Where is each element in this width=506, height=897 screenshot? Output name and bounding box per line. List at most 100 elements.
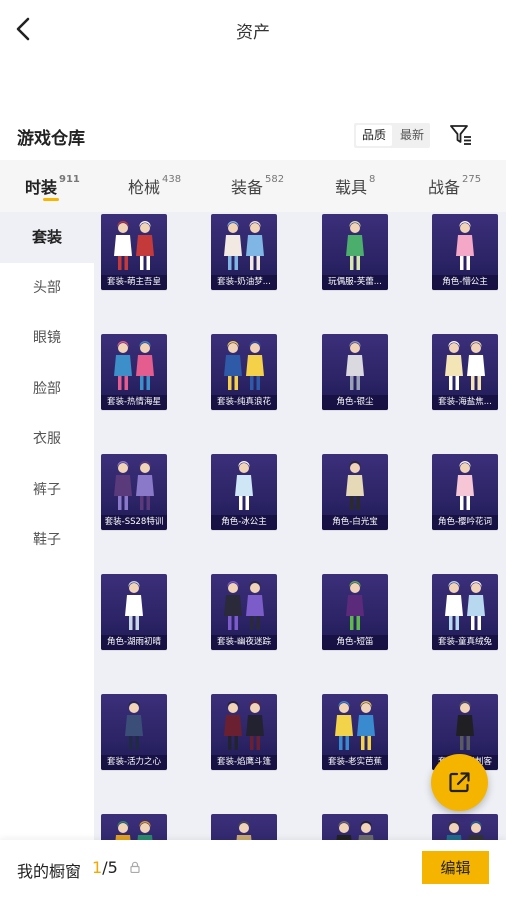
outfit-thumbnail — [456, 221, 474, 270]
outfit-item-card[interactable]: 玩偶服-芙蕾... — [322, 214, 388, 290]
sort-toggle: 品质 最新 — [354, 123, 430, 148]
outfit-item-card[interactable]: 角色-冰公主 — [211, 454, 277, 530]
outfit-thumbnail — [236, 821, 252, 842]
section-header: 游戏仓库 品质 最新 — [0, 118, 506, 154]
outfit-item-label: 套装-纯真浪花 — [211, 395, 277, 410]
outfit-item-label: 套装-幽夜迷踪 — [211, 635, 277, 650]
filter-button[interactable] — [449, 123, 473, 147]
tab-equipment[interactable]: 装备 582 — [231, 174, 284, 198]
outfit-item-label: 套装-奶油梦... — [211, 275, 277, 290]
share-icon — [449, 772, 470, 793]
item-grid: 套装-萌主吾皇 套装-奶油梦... 玩偶服-芙蕾... 角色-懵公主 套装-热情海星 套装… — [94, 212, 506, 842]
outfit-item-card[interactable] — [101, 814, 167, 842]
outfit-thumbnail — [346, 221, 364, 270]
tab-label: 载具 — [335, 178, 368, 197]
outfit-item-card[interactable]: 套装-老实芭蕉 — [322, 694, 388, 770]
showcase-total: /5 — [102, 858, 118, 877]
outfit-thumbnail — [224, 221, 264, 270]
outfit-thumbnail — [346, 461, 364, 510]
outfit-item-label: 角色-冰公主 — [211, 515, 277, 530]
tab-weapons[interactable]: 枪械 438 — [128, 174, 181, 198]
tab-count: 911 — [59, 174, 80, 185]
outfit-item-card[interactable]: 角色-樱吟花词 — [432, 454, 498, 530]
sidebar-item-outfit[interactable]: 套装 — [0, 212, 94, 263]
outfit-thumbnail — [125, 701, 143, 750]
sidebar-item-glasses[interactable]: 眼镜 — [0, 313, 94, 364]
tab-count: 438 — [162, 174, 182, 185]
sidebar-item-pants[interactable]: 裤子 — [0, 465, 94, 516]
outfit-thumbnail — [446, 821, 484, 842]
tab-fashion[interactable]: 时装 911 — [25, 174, 80, 198]
outfit-item-label: 套装-SS28特训 — [101, 515, 167, 530]
outfit-item-card[interactable]: 角色-银尘 — [322, 334, 388, 410]
showcase-count: 1/5 — [92, 858, 118, 877]
outfit-item-card[interactable]: 套装-活力之心 — [101, 694, 167, 770]
outfit-item-label: 角色-白光宝 — [322, 515, 388, 530]
outfit-item-label: 套装-热情海星 — [101, 395, 167, 410]
outfit-thumbnail — [445, 581, 485, 630]
outfit-item-label: 套装-海盐焦... — [432, 395, 498, 410]
outfit-item-label: 套装-老实芭蕉 — [322, 755, 388, 770]
sidebar-item-head[interactable]: 头部 — [0, 263, 94, 314]
outfit-item-card[interactable]: 角色-白光宝 — [322, 454, 388, 530]
outfit-thumbnail — [346, 341, 364, 390]
tab-label: 战备 — [428, 178, 461, 197]
outfit-item-card[interactable] — [322, 814, 388, 842]
sidebar-item-face[interactable]: 脸部 — [0, 364, 94, 415]
category-tabs: 时装 911 枪械 438 装备 582 载具 8 战备 275 — [0, 160, 506, 212]
outfit-item-card[interactable]: 角色-懵公主 — [432, 214, 498, 290]
showcase-current: 1 — [92, 858, 103, 877]
outfit-item-card[interactable]: 角色-湖雨初晴 — [101, 574, 167, 650]
outfit-thumbnail — [235, 461, 253, 510]
outfit-item-label: 玩偶服-芙蕾... — [322, 275, 388, 290]
tab-vehicles[interactable]: 载具 8 — [335, 174, 375, 198]
outfit-thumbnail — [115, 821, 153, 842]
edit-button[interactable]: 编辑 — [422, 851, 489, 884]
outfit-thumbnail — [114, 461, 154, 510]
outfit-thumbnail — [224, 581, 264, 630]
outfit-item-card[interactable] — [432, 814, 498, 842]
sort-option-newest[interactable]: 最新 — [394, 123, 430, 148]
outfit-item-card[interactable]: 套装-童真绒兔 — [432, 574, 498, 650]
outfit-item-card[interactable] — [211, 814, 277, 842]
outfit-item-card[interactable]: 套装-幽夜迷踪 — [211, 574, 277, 650]
outfit-item-label: 套装-萌主吾皇 — [101, 275, 167, 290]
outfit-item-card[interactable]: 套装-纯真浪花 — [211, 334, 277, 410]
outfit-thumbnail — [224, 341, 264, 390]
showcase-bar: 我的橱窗 1/5 编辑 — [0, 840, 506, 897]
outfit-item-card[interactable]: 套装-焰鹰斗篷 — [211, 694, 277, 770]
outfit-item-label: 套装-活力之心 — [101, 755, 167, 770]
showcase-label: 我的橱窗 — [17, 862, 82, 881]
outfit-thumbnail — [125, 581, 143, 630]
outfit-item-card[interactable]: 角色-短笛 — [322, 574, 388, 650]
outfit-thumbnail — [335, 701, 375, 750]
outfit-item-card[interactable]: 套装-奶油梦... — [211, 214, 277, 290]
page-title: 资产 — [236, 23, 270, 43]
outfit-item-card[interactable]: 套装-萌主吾皇 — [101, 214, 167, 290]
outfit-thumbnail — [114, 221, 154, 270]
tab-supplies[interactable]: 战备 275 — [428, 174, 481, 198]
outfit-item-label: 角色-短笛 — [322, 635, 388, 650]
outfit-thumbnail — [445, 341, 485, 390]
outfit-item-card[interactable]: 套装-海盐焦... — [432, 334, 498, 410]
active-tab-indicator — [43, 198, 59, 201]
outfit-thumbnail — [456, 461, 474, 510]
sidebar-item-shoes[interactable]: 鞋子 — [0, 515, 94, 566]
sort-option-quality[interactable]: 品质 — [356, 125, 392, 146]
outfit-item-card[interactable]: 套装-SS28特训 — [101, 454, 167, 530]
subcategory-sidebar: 套装 头部 眼镜 脸部 衣服 裤子 鞋子 — [0, 212, 94, 842]
lock-icon — [130, 861, 140, 873]
outfit-thumbnail — [336, 821, 374, 842]
tab-label: 时装 — [25, 178, 58, 197]
outfit-thumbnail — [114, 341, 154, 390]
share-fab[interactable] — [431, 754, 488, 811]
tab-count: 8 — [369, 174, 376, 185]
outfit-item-card[interactable]: 套装-热情海星 — [101, 334, 167, 410]
top-bar: 资产 — [0, 0, 506, 60]
tab-label: 装备 — [231, 178, 264, 197]
outfit-thumbnail — [224, 701, 264, 750]
filter-icon — [450, 125, 471, 145]
tab-count: 582 — [265, 174, 285, 185]
outfit-item-label: 角色-银尘 — [322, 395, 388, 410]
sidebar-item-clothes[interactable]: 衣服 — [0, 414, 94, 465]
